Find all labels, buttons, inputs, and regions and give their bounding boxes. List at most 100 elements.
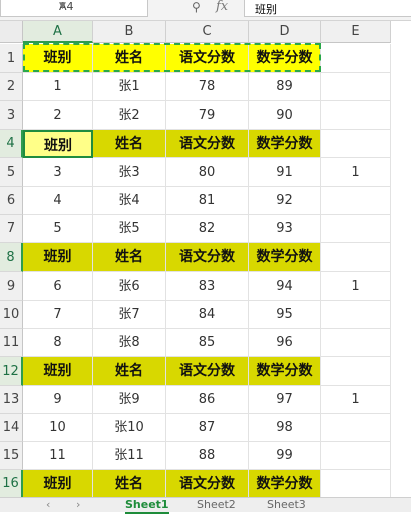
- formula-input[interactable]: 班别: [244, 0, 411, 17]
- cell-d10[interactable]: 95: [249, 301, 321, 329]
- cell-d6[interactable]: 92: [249, 187, 321, 215]
- fx-icon[interactable]: fx: [216, 0, 228, 14]
- cell-d7[interactable]: 93: [249, 215, 321, 243]
- cell-b11[interactable]: 张8: [93, 329, 166, 357]
- cell-a13[interactable]: 9: [23, 386, 93, 414]
- cell-d12[interactable]: 数学分数: [249, 357, 321, 386]
- row-header-2[interactable]: 2: [0, 73, 23, 101]
- row-header-8[interactable]: 8: [0, 243, 23, 272]
- cell-a5[interactable]: 3: [23, 158, 93, 187]
- tab-sheet3[interactable]: Sheet3: [267, 498, 306, 512]
- cell-a8[interactable]: 班别: [23, 243, 93, 272]
- cell-c12[interactable]: 语文分数: [166, 357, 249, 386]
- cell-d4[interactable]: 数学分数: [249, 130, 321, 158]
- cell-a16[interactable]: 班别: [23, 470, 93, 498]
- cell-a15[interactable]: 11: [23, 442, 93, 470]
- cell-d15[interactable]: 99: [249, 442, 321, 470]
- row-header-13[interactable]: 13: [0, 386, 23, 414]
- cell-a9[interactable]: 6: [23, 272, 93, 301]
- row-header-12[interactable]: 12: [0, 357, 23, 386]
- cell-e16[interactable]: [321, 470, 391, 498]
- tab-next-icon[interactable]: ›: [76, 498, 80, 511]
- cell-e2[interactable]: [321, 73, 391, 101]
- cell-c5[interactable]: 80: [166, 158, 249, 187]
- tab-sheet2[interactable]: Sheet2: [197, 498, 236, 512]
- row-header-11[interactable]: 11: [0, 329, 23, 357]
- cell-e12[interactable]: [321, 357, 391, 386]
- cell-a2[interactable]: 1: [23, 73, 93, 101]
- cell-c7[interactable]: 82: [166, 215, 249, 243]
- cell-a10[interactable]: 7: [23, 301, 93, 329]
- row-header-5[interactable]: 5: [0, 158, 23, 187]
- cell-b4[interactable]: 姓名: [93, 130, 166, 158]
- cell-c6[interactable]: 81: [166, 187, 249, 215]
- row-header-6[interactable]: 6: [0, 187, 23, 215]
- row-header-16[interactable]: 16: [0, 470, 23, 498]
- cell-b1[interactable]: 姓名: [93, 44, 166, 73]
- cell-d11[interactable]: 96: [249, 329, 321, 357]
- cell-e8[interactable]: [321, 243, 391, 272]
- cell-b10[interactable]: 张7: [93, 301, 166, 329]
- cell-a11[interactable]: 8: [23, 329, 93, 357]
- row-header-9[interactable]: 9: [0, 272, 23, 301]
- chevron-down-icon[interactable]: ▼: [59, 1, 143, 11]
- cell-b8[interactable]: 姓名: [93, 243, 166, 272]
- zoom-icon[interactable]: ⚲: [192, 0, 201, 14]
- cell-a7[interactable]: 5: [23, 215, 93, 243]
- cell-c10[interactable]: 84: [166, 301, 249, 329]
- row-header-10[interactable]: 10: [0, 301, 23, 329]
- cell-c9[interactable]: 83: [166, 272, 249, 301]
- cell-b12[interactable]: 姓名: [93, 357, 166, 386]
- cell-b5[interactable]: 张3: [93, 158, 166, 187]
- row-header-15[interactable]: 15: [0, 442, 23, 470]
- cell-b6[interactable]: 张4: [93, 187, 166, 215]
- cell-a6[interactable]: 4: [23, 187, 93, 215]
- cell-e15[interactable]: [321, 442, 391, 470]
- cell-b13[interactable]: 张9: [93, 386, 166, 414]
- cell-d1[interactable]: 数学分数: [249, 44, 321, 73]
- cell-c13[interactable]: 86: [166, 386, 249, 414]
- cell-e6[interactable]: [321, 187, 391, 215]
- row-header-1[interactable]: 1: [0, 44, 23, 73]
- tab-prev-icon[interactable]: ‹: [46, 498, 50, 511]
- cell-d13[interactable]: 97: [249, 386, 321, 414]
- row-header-7[interactable]: 7: [0, 215, 23, 243]
- cell-e10[interactable]: [321, 301, 391, 329]
- cell-b7[interactable]: 张5: [93, 215, 166, 243]
- cell-a3[interactable]: 2: [23, 101, 93, 130]
- cell-b2[interactable]: 张1: [93, 73, 166, 101]
- cell-a1[interactable]: 班别: [23, 44, 93, 73]
- row-header-14[interactable]: 14: [0, 414, 23, 442]
- name-box[interactable]: A4 ▼: [0, 0, 148, 17]
- cell-e13[interactable]: 1: [321, 386, 391, 414]
- cell-c11[interactable]: 85: [166, 329, 249, 357]
- cell-c3[interactable]: 79: [166, 101, 249, 130]
- cell-c1[interactable]: 语文分数: [166, 44, 249, 73]
- cell-d9[interactable]: 94: [249, 272, 321, 301]
- cell-d2[interactable]: 89: [249, 73, 321, 101]
- cell-b9[interactable]: 张6: [93, 272, 166, 301]
- column-header-c[interactable]: C: [166, 21, 249, 43]
- cell-c2[interactable]: 78: [166, 73, 249, 101]
- cell-b16[interactable]: 姓名: [93, 470, 166, 498]
- row-header-4[interactable]: 4: [0, 130, 23, 158]
- cell-e9[interactable]: 1: [321, 272, 391, 301]
- cell-c16[interactable]: 语文分数: [166, 470, 249, 498]
- cell-d8[interactable]: 数学分数: [249, 243, 321, 272]
- cell-a14[interactable]: 10: [23, 414, 93, 442]
- cell-b15[interactable]: 张11: [93, 442, 166, 470]
- cell-a12[interactable]: 班别: [23, 357, 93, 386]
- cell-e3[interactable]: [321, 101, 391, 130]
- cell-d5[interactable]: 91: [249, 158, 321, 187]
- select-all-corner[interactable]: [0, 21, 23, 43]
- cell-c4[interactable]: 语文分数: [166, 130, 249, 158]
- cell-c14[interactable]: 87: [166, 414, 249, 442]
- row-header-3[interactable]: 3: [0, 101, 23, 130]
- column-header-b[interactable]: B: [93, 21, 166, 43]
- cell-c15[interactable]: 88: [166, 442, 249, 470]
- cell-e14[interactable]: [321, 414, 391, 442]
- column-header-e[interactable]: E: [321, 21, 391, 43]
- cell-e11[interactable]: [321, 329, 391, 357]
- column-header-a[interactable]: A: [23, 21, 93, 43]
- cell-d3[interactable]: 90: [249, 101, 321, 130]
